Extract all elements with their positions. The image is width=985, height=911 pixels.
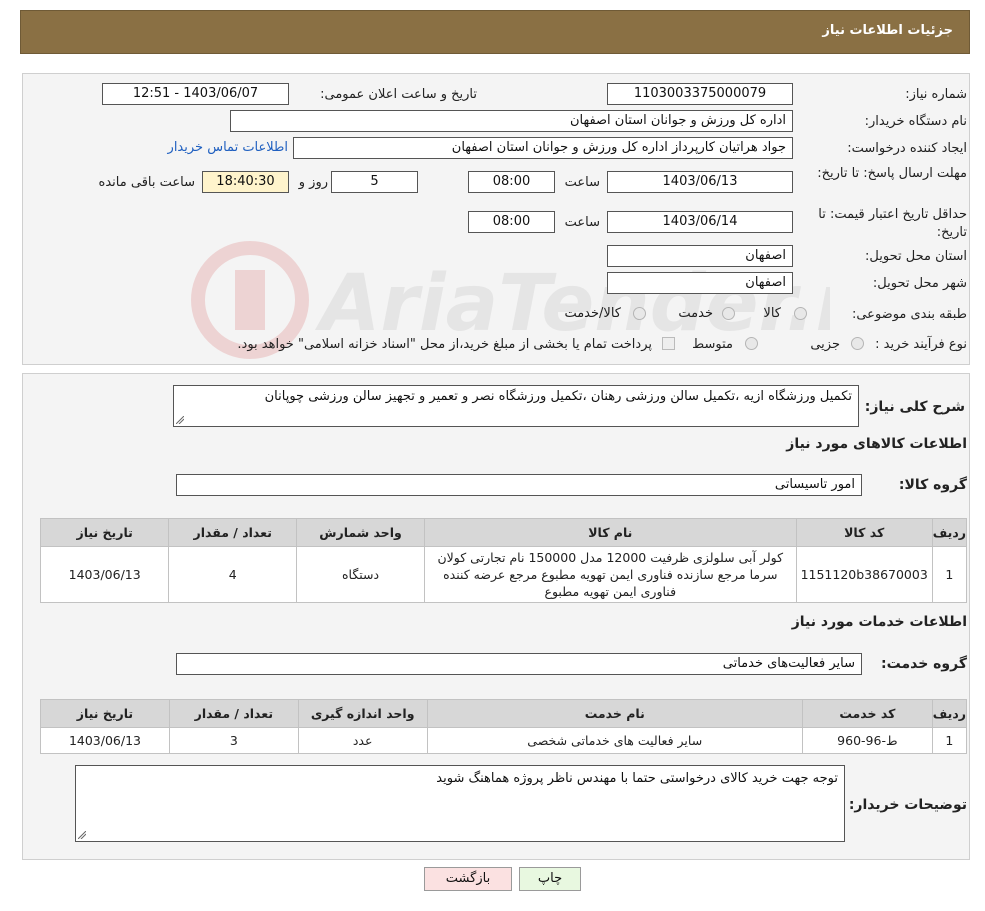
col-header: تعداد / مقدار [168,518,298,547]
validity-label: حداقل تاریخ اعتبار قیمت: تا تاریخ: [818,207,967,240]
category-radio-service[interactable] [722,307,735,320]
buyer-notes-text: توجه جهت خرید کالای درخواستی حتما با مهن… [436,771,838,786]
city-label: شهر محل تحویل: [872,276,967,291]
process-radio-medium[interactable] [745,337,758,350]
deadline-date-field: 1403/06/13 [607,171,793,193]
category-radio-goods[interactable] [794,307,807,320]
goods-table: ردیف کد کالا نام کالا واحد شمارش تعداد /… [39,518,968,603]
goods-section-title: اطلاعات کالاهای مورد نیاز [786,436,967,452]
goods-table-header: ردیف کد کالا نام کالا واحد شمارش تعداد /… [39,518,968,547]
cell-quantity: 3 [168,727,299,754]
service-group-field: سایر فعالیت‌های خدماتی [176,653,862,675]
table-row: 1 1151120b38670003 کولر آبی سلولزی ظرفیت… [39,546,968,603]
back-button[interactable]: بازگشت [424,867,512,891]
col-header: تاریخ نیاز [40,699,170,728]
services-table: ردیف کد خدمت نام خدمت واحد اندازه گیری ت… [40,699,968,754]
cell-quantity: 4 [168,546,298,603]
col-header: تاریخ نیاز [39,518,170,547]
announce-date-field: 1403/06/07 - 12:51 [102,83,289,105]
col-header: نام کالا [423,518,797,547]
col-header: کد خدمت [801,699,933,728]
cell-row-number: 1 [931,546,968,603]
service-group-label: گروه خدمت: [881,656,967,672]
goods-group-field: امور تاسیساتی [176,474,862,496]
goods-group-label: گروه کالا: [898,477,967,493]
print-button[interactable]: چاپ [519,867,581,891]
col-header: نام خدمت [426,699,803,728]
validity-time-field: 08:00 [468,211,555,233]
page-title: جزئیات اطلاعات نیاز [822,23,953,38]
buyer-notes-field: توجه جهت خرید کالای درخواستی حتما با مهن… [75,765,845,842]
category-option-goods: کالا [763,306,781,321]
announce-date-label: تاریخ و ساعت اعلان عمومی: [320,87,477,102]
buyer-org-label: نام دستگاه خریدار: [864,114,967,129]
cell-service-name: سایر فعالیت های خدماتی شخصی [426,727,803,754]
cell-need-date: 1403/06/13 [40,727,170,754]
table-row: 1 ط-96-960 سایر فعالیت های خدماتی شخصی ع… [40,727,968,754]
treasury-checkbox[interactable] [662,337,675,350]
buyer-contact-link[interactable]: اطلاعات تماس خریدار [168,140,288,155]
need-number-label: شماره نیاز: [905,87,967,102]
category-option-goods-service: کالا/خدمت [564,306,621,321]
description-label: شرح کلی نیاز: [864,399,965,415]
description-field: تکمیل ورزشگاه ازیه ،تکمیل سالن ورزشی رهن… [173,385,859,427]
creator-field: جواد هراتیان کارپرداز اداره کل ورزش و جو… [293,137,793,159]
cell-unit: دستگاه [296,546,425,603]
cell-row-number: 1 [931,727,968,754]
services-table-header: ردیف کد خدمت نام خدمت واحد اندازه گیری ت… [40,699,968,728]
cell-goods-name: کولر آبی سلولزی ظرفیت 12000 مدل 150000 ن… [423,546,797,603]
col-header: کد کالا [795,518,933,547]
process-option-medium: متوسط [692,337,733,352]
treasury-note: پرداخت تمام یا بخشی از مبلغ خرید،از محل … [237,337,652,352]
days-label: روز و [298,175,328,190]
remaining-time-field: 18:40:30 [202,171,289,193]
buyer-org-field: اداره کل ورزش و جوانان استان اصفهان [230,110,793,132]
city-field: اصفهان [607,272,793,294]
province-field: اصفهان [607,245,793,267]
col-header: تعداد / مقدار [168,699,299,728]
category-label: طبقه بندی موضوعی: [851,307,967,322]
deadline-label: مهلت ارسال پاسخ: تا تاریخ: [817,166,967,181]
need-number-field: 1103003375000079 [607,83,793,105]
cell-service-code: ط-96-960 [801,727,933,754]
col-header: ردیف [931,518,968,547]
resize-handle-icon[interactable] [176,416,184,424]
col-header: واحد شمارش [296,518,425,547]
category-radio-goods-service[interactable] [633,307,646,320]
province-label: استان محل تحویل: [865,249,967,264]
resize-handle-icon[interactable] [78,831,86,839]
cell-goods-code: 1151120b38670003 [795,546,933,603]
creator-label: ایجاد کننده درخواست: [847,141,967,156]
deadline-time-label: ساعت [564,175,600,190]
validity-time-label: ساعت [564,215,600,230]
days-remaining-field: 5 [331,171,418,193]
remaining-time-label: ساعت باقی مانده [98,175,195,190]
col-header: ردیف [931,699,968,728]
description-text: تکمیل ورزشگاه ازیه ،تکمیل سالن ورزشی رهن… [264,389,852,404]
process-type-label: نوع فرآیند خرید : [875,337,967,352]
process-radio-minor[interactable] [851,337,864,350]
buyer-notes-label: توضیحات خریدار: [848,797,967,813]
page-header: جزئیات اطلاعات نیاز [20,10,970,54]
cell-need-date: 1403/06/13 [39,546,170,603]
validity-date-field: 1403/06/14 [607,211,793,233]
process-option-minor: جزیی [810,337,840,352]
col-header: واحد اندازه گیری [297,699,428,728]
cell-unit: عدد [297,727,428,754]
services-section-title: اطلاعات خدمات مورد نیاز [791,614,967,630]
deadline-time-field: 08:00 [468,171,555,193]
category-option-service: خدمت [678,306,713,321]
